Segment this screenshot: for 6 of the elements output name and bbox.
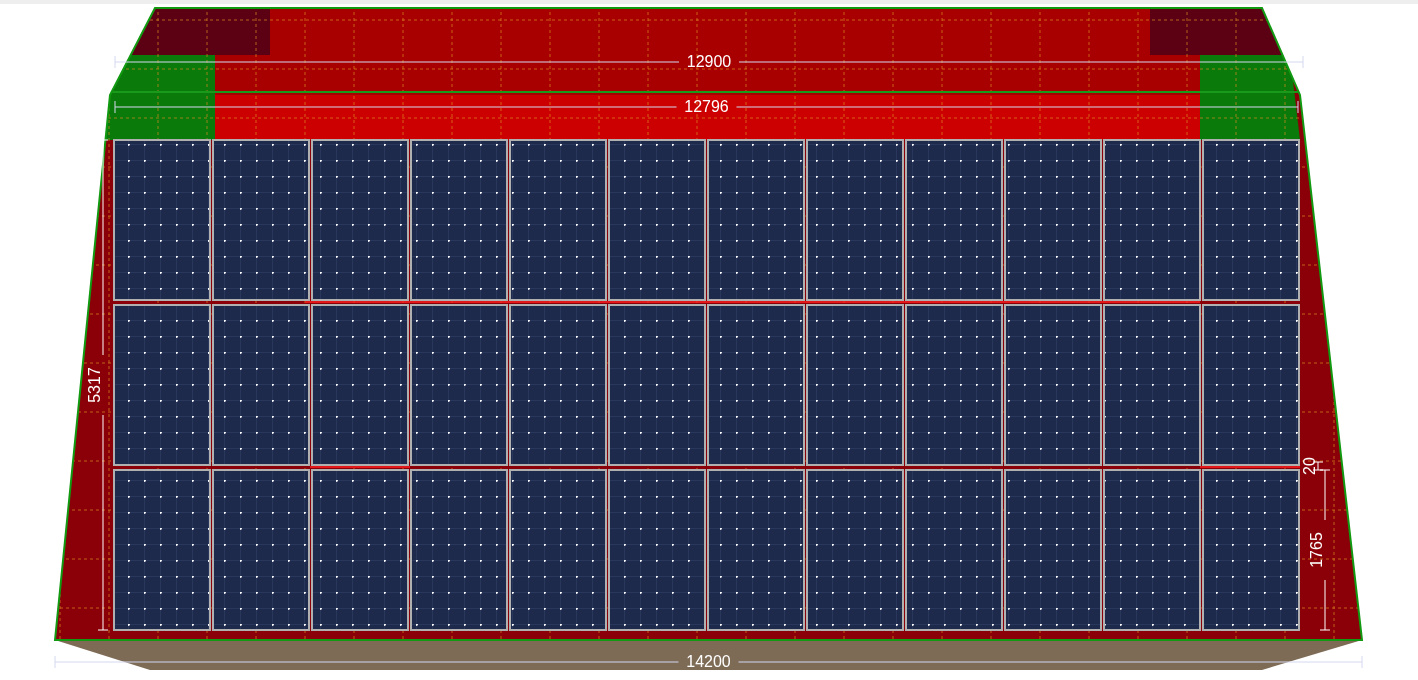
dimension-label: 1765: [1308, 532, 1325, 568]
dimension-label: 14200: [686, 653, 731, 670]
dimension-label: 12900: [686, 53, 732, 70]
dimension-label: 12796: [684, 98, 729, 115]
dimension-label: 20: [1301, 457, 1318, 475]
dimension-label: 5317: [86, 367, 103, 403]
